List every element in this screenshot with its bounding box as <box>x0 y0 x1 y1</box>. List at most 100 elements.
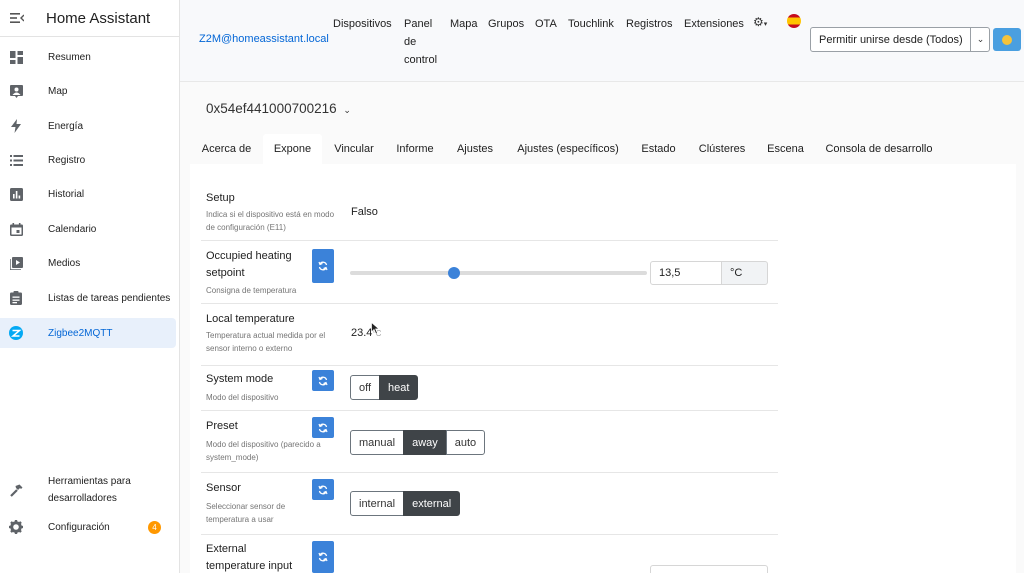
sidebar-item-label: Resumen <box>48 51 91 63</box>
refresh-button[interactable] <box>312 417 334 438</box>
z2m-topbar: Z2M@homeassistant.local Dispositivos Pan… <box>180 0 1024 82</box>
slider-handle[interactable] <box>447 267 460 279</box>
setpoint-slider[interactable] <box>350 267 647 279</box>
device-selector[interactable]: 0x54ef441000700216 ⌄ <box>206 101 351 116</box>
nav-panel-de-control[interactable]: Panel de control <box>404 15 444 69</box>
expose-title: Occupied heating setpoint <box>206 250 292 279</box>
tab-ajustes[interactable]: Ajustes <box>444 134 506 164</box>
sidebar-item-calendario[interactable]: Calendario <box>0 214 176 244</box>
zigbee-icon <box>9 326 23 340</box>
expose-row-system-mode <box>201 366 778 411</box>
refresh-icon <box>318 485 328 494</box>
expose-description: Indica si el dispositivo está en modo de… <box>206 210 335 232</box>
sun-icon <box>1002 34 1012 45</box>
expose-title: Setup <box>206 192 235 204</box>
sensor-internal-button[interactable]: internal <box>350 491 405 516</box>
refresh-icon <box>318 376 328 385</box>
gear-icon <box>9 520 23 534</box>
app-title: Home Assistant <box>46 9 151 27</box>
temperature-number: 23.4 <box>351 327 373 339</box>
sidebar-item-energia[interactable]: Energía <box>0 111 176 141</box>
sidebar-item-tareas[interactable]: Listas de tareas pendientes <box>0 283 176 313</box>
nav-extensiones[interactable]: Extensiones <box>684 15 744 33</box>
z2m-brand-link[interactable]: Z2M@homeassistant.local <box>199 33 329 45</box>
sensor-external-button[interactable]: external <box>403 491 461 516</box>
refresh-button[interactable] <box>312 479 334 500</box>
sidebar-item-resumen[interactable]: Resumen <box>0 42 176 72</box>
sidebar-item-label: Map <box>48 85 68 97</box>
sidebar-item-zigbee2mqtt[interactable]: Zigbee2MQTT <box>0 318 176 348</box>
nav-ota[interactable]: OTA <box>535 15 557 33</box>
language-flag-icon[interactable] <box>787 14 801 28</box>
settings-dropdown[interactable]: ⚙▾ <box>753 15 767 29</box>
chevron-down-icon: ⌄ <box>976 34 985 44</box>
nav-grupos[interactable]: Grupos <box>488 15 524 33</box>
dashboard-icon <box>9 50 23 64</box>
tab-ajustes-especificos[interactable]: Ajustes (específicos) <box>506 134 630 164</box>
chevron-down-icon: ⌄ <box>343 105 351 115</box>
refresh-button[interactable] <box>312 541 334 573</box>
sidebar-item-historial[interactable]: Historial <box>0 179 176 209</box>
sidebar-item-label: Registro <box>48 154 86 166</box>
permit-join-button[interactable]: Permitir unirse desde (Todos) <box>810 27 990 52</box>
sidebar-item-configuracion[interactable]: Configuración 4 <box>0 512 176 542</box>
preset-group: manual away auto <box>350 430 486 455</box>
sidebar-item-registro[interactable]: Registro <box>0 145 176 175</box>
preset-auto-button[interactable]: auto <box>445 430 486 455</box>
tab-estado[interactable]: Estado <box>630 134 687 164</box>
expose-title: System mode <box>206 373 274 385</box>
refresh-icon <box>318 552 328 562</box>
system-mode-group: off heat <box>350 375 419 400</box>
expose-description: Temperatura actual medida por el sensor … <box>206 331 326 353</box>
device-id: 0x54ef441000700216 <box>206 101 337 116</box>
expose-description: Modo del dispositivo (parecido a system_… <box>206 440 321 462</box>
external-temperature-input[interactable] <box>650 565 768 573</box>
tab-acerca-de[interactable]: Acerca de <box>190 134 263 164</box>
nav-dispositivos[interactable]: Dispositivos <box>333 15 392 33</box>
tab-clusteres[interactable]: Clústeres <box>687 134 757 164</box>
tab-consola-de-desarrollo[interactable]: Consola de desarrollo <box>814 134 944 164</box>
clipboard-icon <box>9 291 23 305</box>
setpoint-unit: °C <box>721 261 768 285</box>
expose-title: Local temperature <box>206 313 295 325</box>
refresh-icon <box>318 261 328 271</box>
sidebar-item-label: Energía <box>48 120 84 132</box>
preset-away-button[interactable]: away <box>403 430 447 455</box>
system-mode-off-button[interactable]: off <box>350 375 381 400</box>
tab-expone[interactable]: Expone <box>263 134 322 164</box>
system-mode-heat-button[interactable]: heat <box>379 375 419 400</box>
map-icon <box>9 84 23 98</box>
notification-badge: 4 <box>148 521 161 534</box>
media-icon <box>9 256 23 270</box>
sidebar-item-label: Calendario <box>48 223 97 235</box>
nav-registros[interactable]: Registros <box>626 15 672 33</box>
refresh-icon <box>318 423 328 432</box>
tab-informe[interactable]: Informe <box>386 134 444 164</box>
setpoint-input[interactable]: 13,5 <box>650 261 722 285</box>
menu-collapse-icon[interactable] <box>0 0 34 37</box>
sidebar-item-label: Herramientas para desarrolladores <box>48 476 131 504</box>
expose-description: Seleccionar sensor de temperatura a usar <box>206 502 286 524</box>
gear-icon: ⚙ <box>753 15 764 29</box>
sidebar-item-label: Zigbee2MQTT <box>48 327 113 339</box>
mouse-cursor-icon <box>371 322 380 335</box>
tab-escena[interactable]: Escena <box>757 134 814 164</box>
sidebar-item-medios[interactable]: Medios <box>0 248 176 278</box>
hammer-icon <box>9 483 23 497</box>
sensor-group: internal external <box>350 491 461 516</box>
sidebar-item-herramientas[interactable]: Herramientas para desarrolladores <box>0 470 176 510</box>
setup-value: Falso <box>351 206 378 218</box>
refresh-button[interactable] <box>312 249 334 283</box>
list-icon <box>9 153 23 167</box>
tab-vincular[interactable]: Vincular <box>322 134 386 164</box>
expose-title: Preset <box>206 420 238 432</box>
permit-join-dropdown[interactable]: ⌄ <box>970 27 990 52</box>
expose-description: Consigna de temperatura <box>206 286 297 295</box>
sidebar: Home Assistant Resumen Map Energía Regis… <box>0 0 180 573</box>
nav-mapa[interactable]: Mapa <box>450 15 478 33</box>
theme-toggle-button[interactable] <box>993 28 1021 51</box>
refresh-button[interactable] <box>312 370 334 391</box>
nav-touchlink[interactable]: Touchlink <box>568 15 614 33</box>
sidebar-item-map[interactable]: Map <box>0 76 176 106</box>
preset-manual-button[interactable]: manual <box>350 430 405 455</box>
